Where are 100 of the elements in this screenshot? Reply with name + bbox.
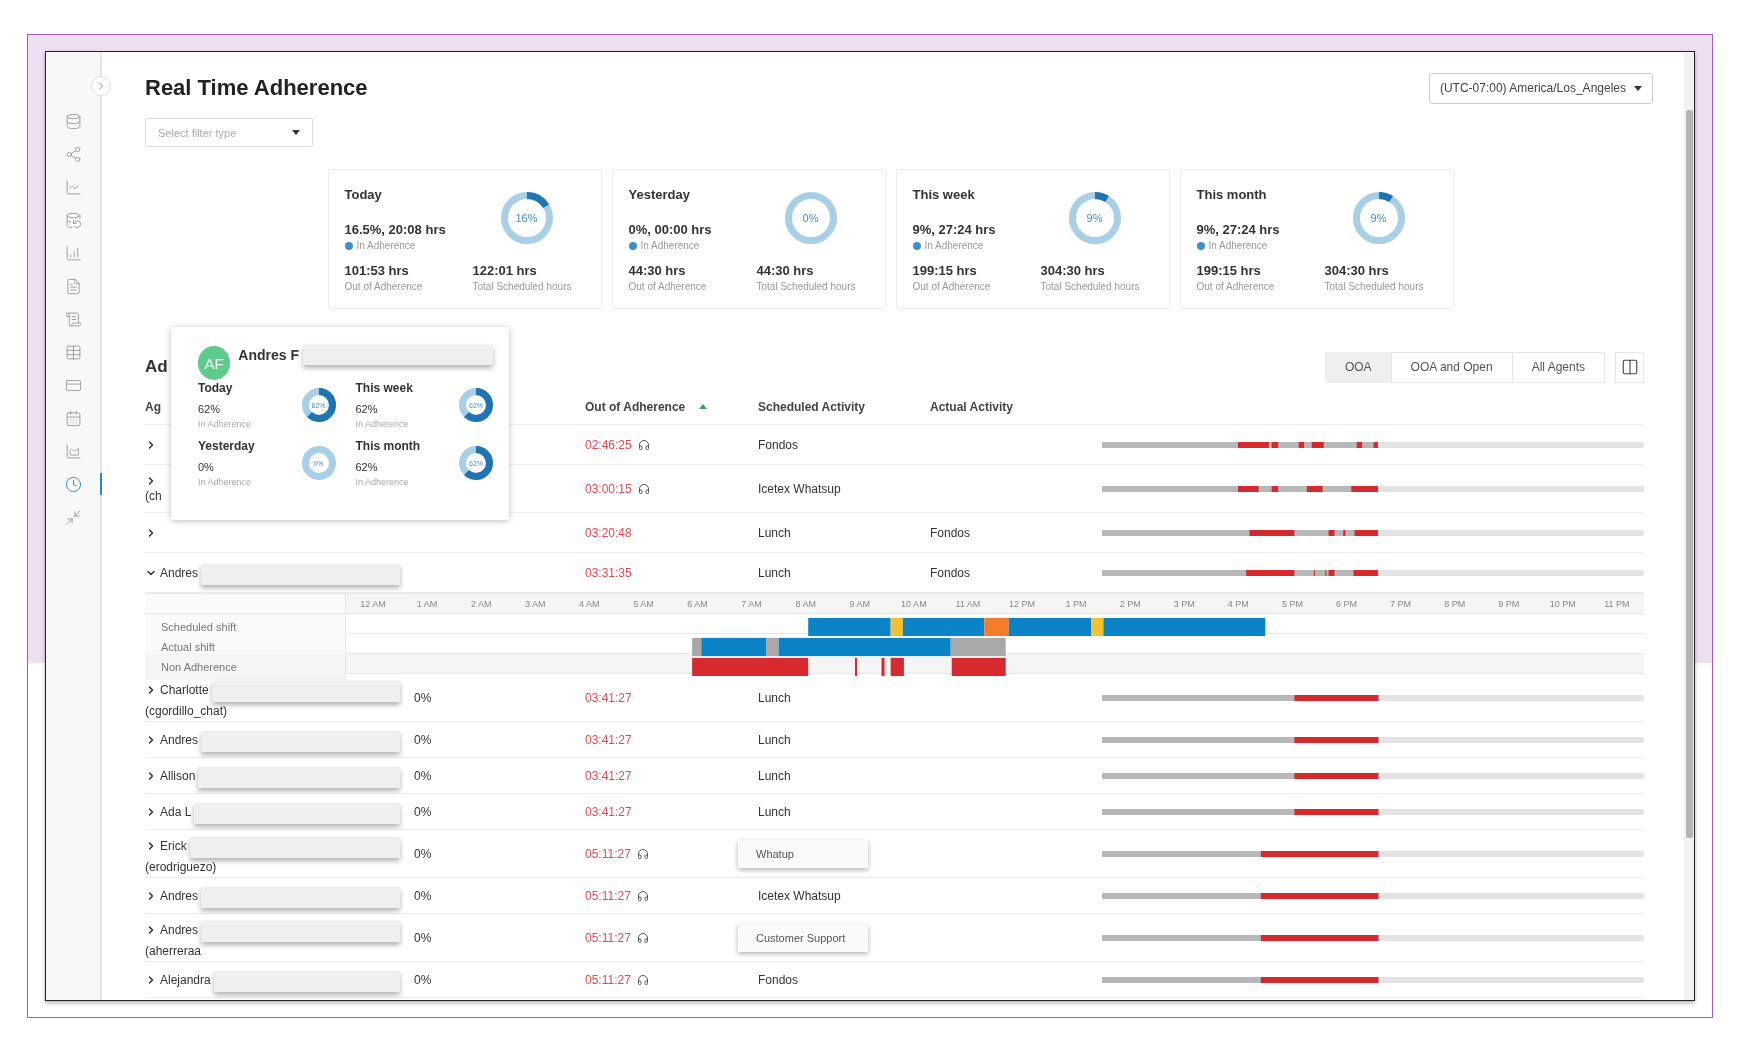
out-of-adherence-time: 02:46:25 — [585, 437, 632, 452]
out-of-adherence-time: 05:11:27 — [585, 930, 631, 945]
activity-tooltip: Whatup — [738, 839, 868, 868]
scheduled-activity: Lunch — [758, 804, 791, 819]
hour-label: 10 AM — [900, 598, 928, 609]
card-caption: Out of Adherence — [1196, 281, 1276, 292]
agent-name: Erick — [160, 838, 187, 853]
stat-value: 62% — [198, 403, 222, 415]
donut-percent: 0% — [802, 212, 819, 224]
avatar: AF — [198, 346, 231, 380]
adherence-percent: 0% — [414, 846, 432, 861]
legend-label: In Adherence — [924, 240, 984, 251]
stat-caption: In Adherence — [198, 477, 253, 487]
card-caption: Total Scheduled hours — [1040, 281, 1141, 292]
table-row[interactable]: Andres 0% 03:41:27 Lunch — [145, 722, 1644, 758]
hour-label: 12 PM — [1008, 598, 1037, 609]
hour-label: 6 AM — [686, 598, 709, 609]
hour-label: 1 PM — [1064, 598, 1088, 609]
card-value: 0%, 00:00 hrs — [628, 222, 713, 237]
columns-button[interactable] — [1615, 351, 1644, 383]
lane-label: Non Adherence — [145, 654, 346, 680]
legend-dot — [912, 241, 921, 250]
card-value: 199:15 hrs — [912, 263, 978, 278]
shrink-icon — [64, 508, 82, 526]
hour-label: 3 AM — [524, 598, 547, 609]
database-icon — [64, 112, 82, 130]
scheduled-activity: Lunch — [758, 732, 791, 747]
scheduled-activity: Icetex Whatsup — [758, 888, 841, 903]
filter-tab[interactable]: OOA — [1324, 351, 1392, 383]
columns-icon — [1620, 358, 1639, 376]
out-of-adherence-time: 03:41:27 — [585, 690, 632, 705]
agent-name: Andres — [160, 732, 199, 747]
table-row[interactable]: Charlotte (cgordillo_chat) 0% 03:41:27 Lunch — [145, 674, 1644, 722]
hour-label: 3 PM — [1172, 598, 1196, 609]
hour-label: 2 PM — [1118, 598, 1142, 609]
timezone-dropdown[interactable]: (UTC-07:00) America/Los_Angeles — [1428, 72, 1653, 104]
table-row[interactable]: Erick (erodriguezo) 0% 05:11:27 Whatup — [145, 830, 1644, 878]
table-row[interactable]: Allison 0% 03:41:27 Lunch — [145, 758, 1644, 794]
line-chart-icon — [64, 178, 82, 196]
hour-label: 11 AM — [954, 598, 982, 609]
donut-chart — [301, 446, 336, 480]
database-icon — [64, 211, 82, 229]
out-of-adherence-time: 03:41:27 — [585, 804, 632, 819]
out-of-adherence-time: 03:41:27 — [585, 768, 632, 783]
scheduled-activity: Fondos — [758, 972, 799, 987]
filter-tab[interactable]: All Agents — [1511, 351, 1605, 383]
table-row[interactable]: Andres 0% 05:11:27 Icetex Whatsup — [145, 878, 1644, 914]
hour-label: 12 AM — [359, 598, 387, 609]
out-of-adherence-time: 05:11:27 — [585, 846, 631, 861]
adherence-percent: 0% — [414, 930, 432, 945]
stat-label: Today — [198, 381, 234, 395]
scheduled-activity: Lunch — [758, 690, 791, 705]
column-header[interactable]: Out of Adherence — [585, 399, 686, 414]
stat-caption: In Adherence — [355, 477, 410, 487]
agent-name: Andres — [160, 888, 199, 903]
legend-dot — [344, 241, 353, 250]
agent-name: Ada L — [160, 804, 192, 819]
donut-percent: 9% — [1370, 212, 1387, 224]
card-caption: Total Scheduled hours — [1324, 281, 1425, 292]
out-of-adherence-time: 05:11:27 — [585, 888, 631, 903]
hour-label: 2 AM — [469, 598, 493, 609]
agent-login: (aherreraa — [145, 944, 203, 958]
agent-name: Charlotte — [160, 682, 209, 697]
agent-name: Andres F — [238, 347, 299, 363]
hour-label: 11 PM — [1603, 598, 1631, 609]
page-title: Real Time Adherence — [145, 75, 368, 101]
scheduled-activity: Fondos — [758, 437, 799, 452]
table-row[interactable]: Alejandra 0% 05:11:27 Fondos — [145, 962, 1644, 998]
filter-tab[interactable]: OOA and Open — [1390, 351, 1513, 383]
column-header[interactable]: Scheduled Activity — [758, 399, 865, 414]
scheduled-activity: Lunch — [758, 525, 791, 540]
hour-label: 5 PM — [1280, 598, 1304, 609]
hour-label: 7 AM — [740, 598, 763, 609]
card-value: 304:30 hrs — [1324, 263, 1390, 278]
out-of-adherence-time: 03:00:15 — [585, 481, 632, 496]
scheduled-activity: Lunch — [758, 768, 791, 783]
donut-chart — [459, 388, 493, 422]
out-of-adherence-time: 05:11:27 — [585, 972, 631, 987]
table-icon — [64, 343, 82, 361]
adherence-percent: 0% — [414, 768, 432, 783]
stat-value: 62% — [355, 403, 379, 415]
legend-label: In Adherence — [640, 240, 700, 251]
agent-login: (cgordillo_chat) — [145, 704, 229, 718]
table-row[interactable]: Andres (aherreraa 0% 05:11:27 Customer Support — [145, 914, 1644, 962]
agent-name: Allison — [160, 768, 196, 783]
out-of-adherence-time: 03:41:27 — [585, 732, 632, 747]
card-value: 9%, 27:24 hrs — [1196, 222, 1281, 237]
hour-label: 6 PM — [1335, 598, 1359, 609]
card-caption: Out of Adherence — [628, 281, 708, 292]
legend-label: In Adherence — [356, 240, 416, 251]
card-value: 16.5%, 20:08 hrs — [344, 222, 447, 237]
donut-chart — [1068, 192, 1121, 244]
scrollbar[interactable] — [1685, 110, 1693, 838]
clock-icon — [64, 475, 82, 493]
column-header[interactable]: Ag — [145, 399, 161, 414]
column-header[interactable]: Actual Activity — [930, 399, 1013, 414]
agent-name: Andres — [160, 922, 199, 937]
caret-icon — [292, 130, 300, 135]
agent-login: (erodriguezo) — [145, 860, 218, 874]
table-row[interactable]: Ada L 0% 03:41:27 Lunch — [145, 794, 1644, 830]
